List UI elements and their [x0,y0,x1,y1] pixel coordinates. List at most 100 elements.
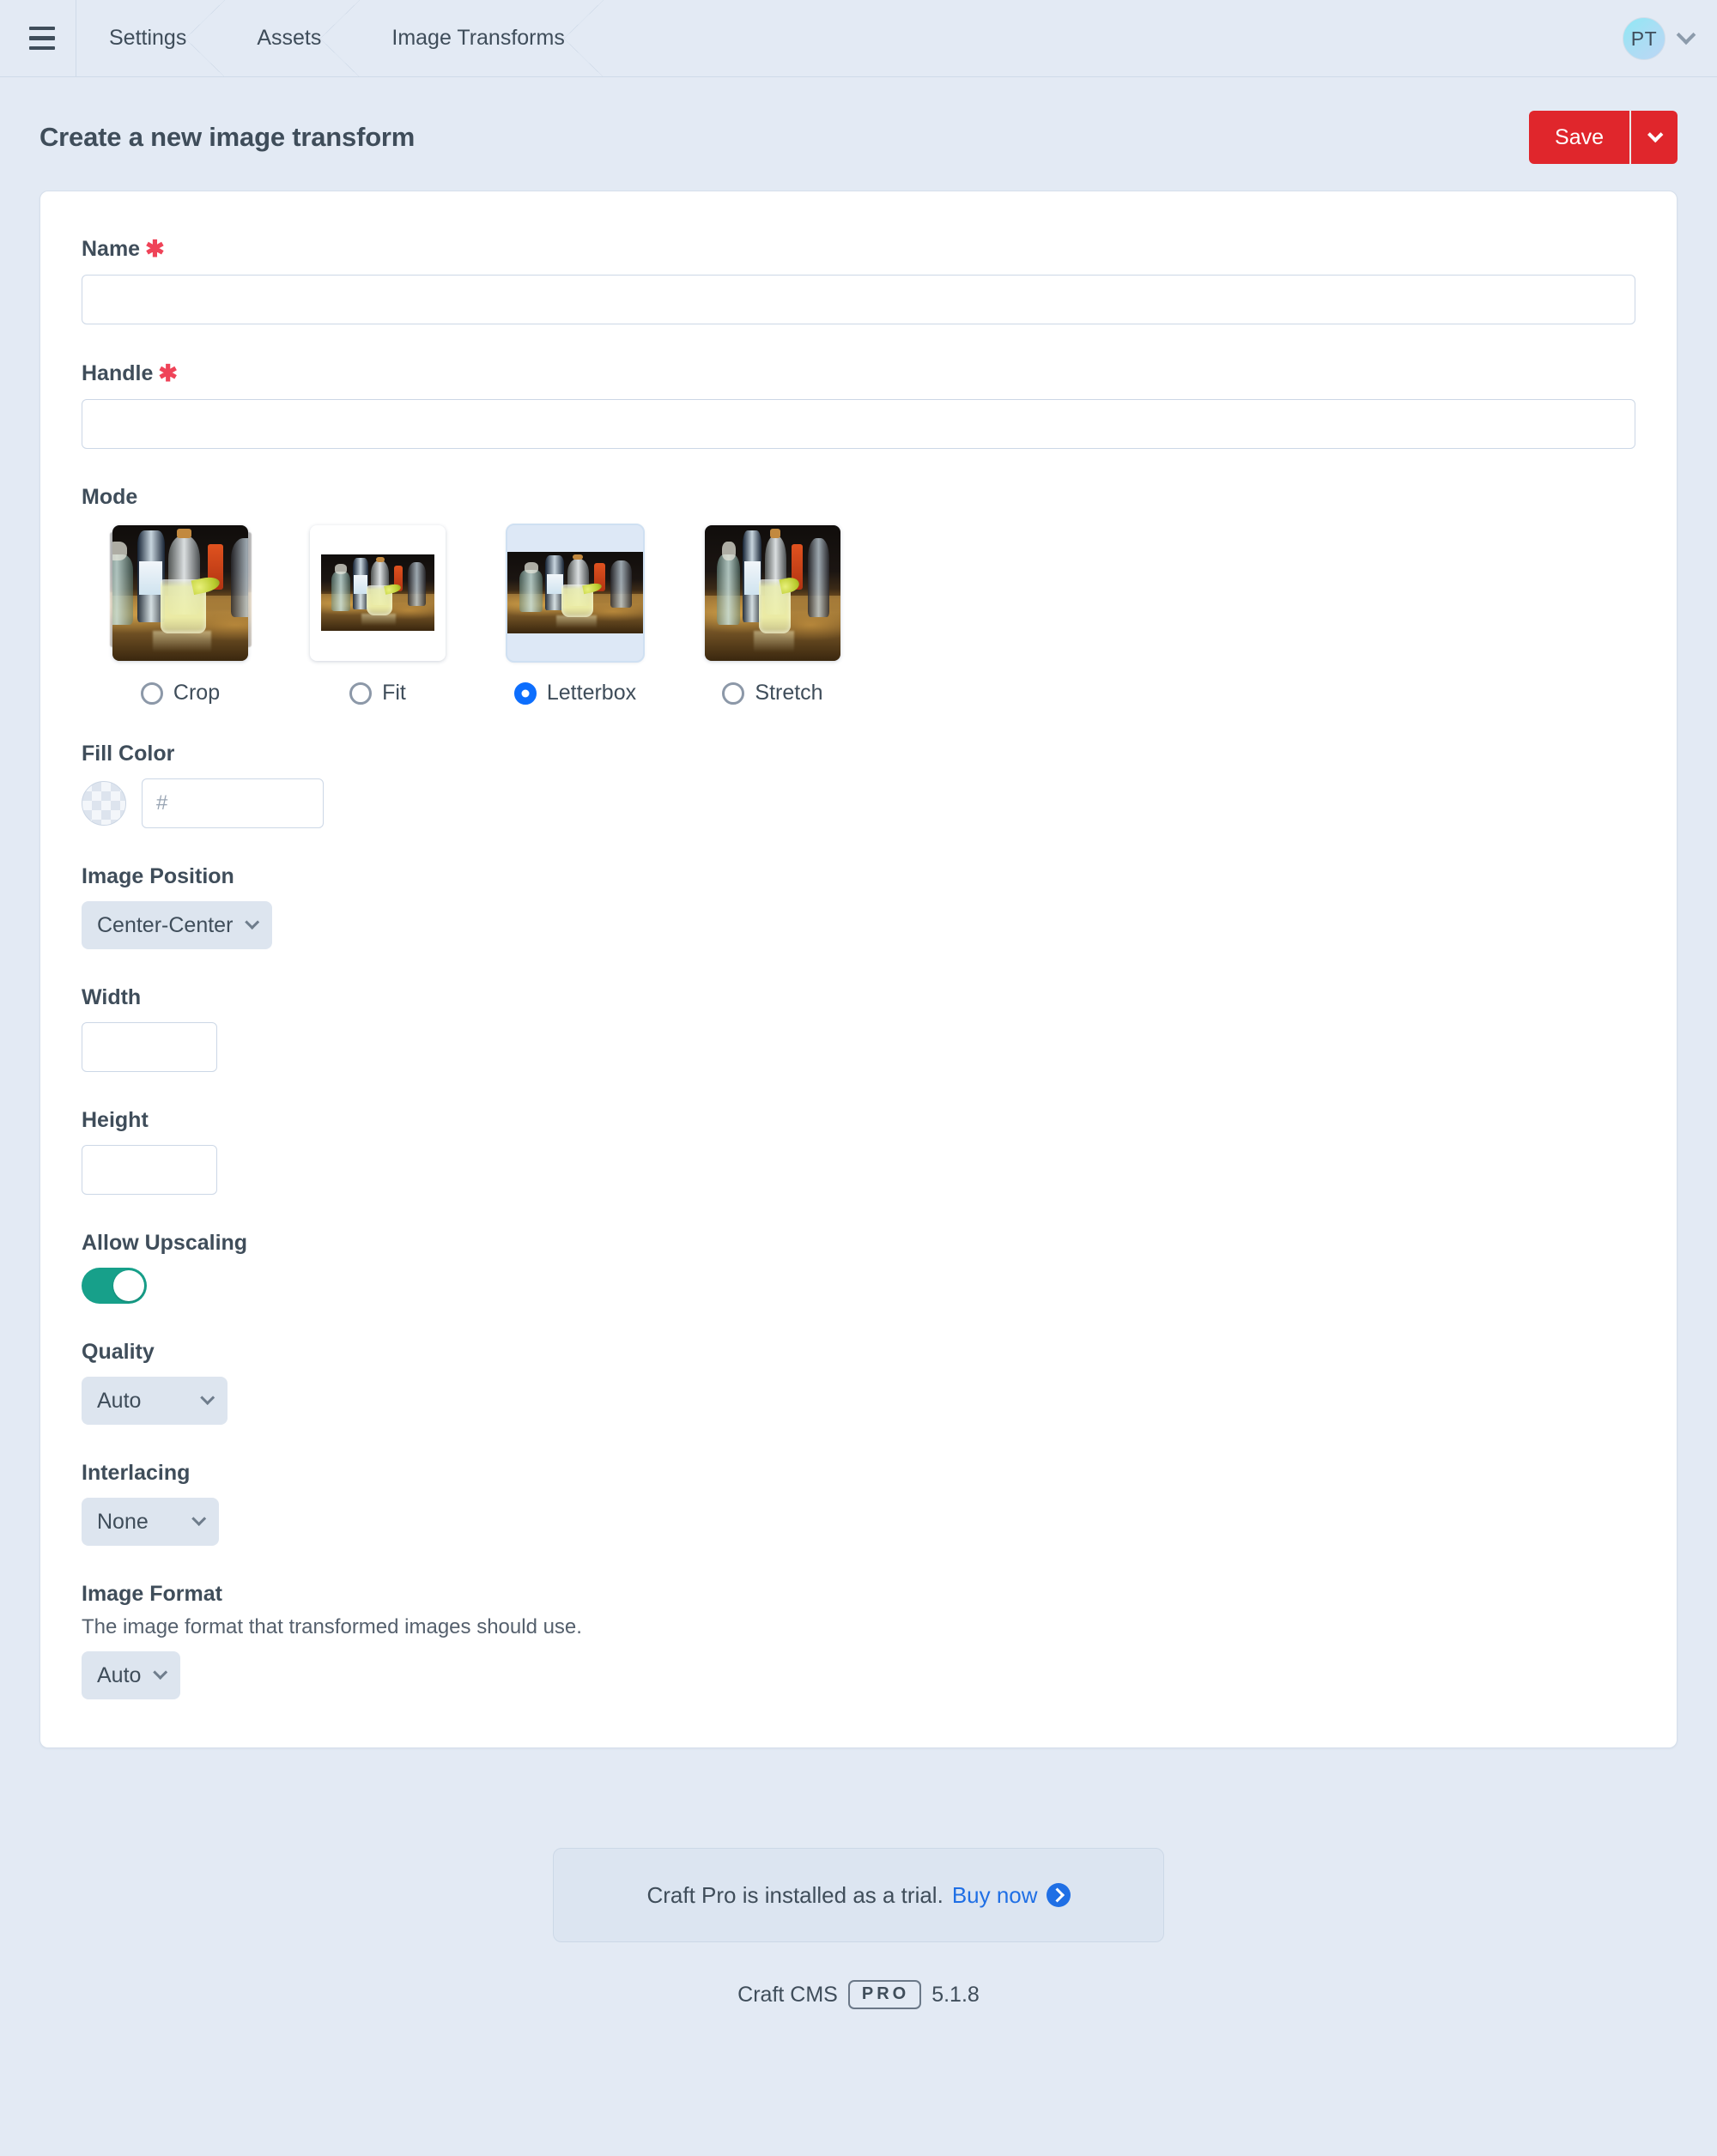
image-position-value: Center-Center [97,912,234,937]
chevron-down-icon [1676,25,1696,45]
interlacing-select[interactable]: None [82,1498,219,1546]
avatar-initials: PT [1630,27,1658,50]
chevron-down-icon [200,1390,215,1405]
quality-label: Quality [82,1340,155,1364]
breadcrumb: Settings Assets Image Transforms [76,0,604,77]
radio-icon [140,681,163,705]
interlacing-label: Interlacing [82,1461,191,1485]
global-header: Settings Assets Image Transforms PT [0,0,1717,77]
field-width: Width [82,985,1635,1072]
mode-radio-letterbox[interactable]: Letterbox [513,681,637,706]
fill-color-row [82,778,1635,828]
app-page: Settings Assets Image Transforms PT Crea… [0,0,1717,2156]
toggle-knob [113,1270,144,1301]
mode-option-label: Letterbox [546,681,637,705]
transform-form-card: Name ✱ Handle ✱ Mode Crop Fit Letterbox … [39,191,1678,1748]
field-mode: Mode Crop Fit Letterbox Stretch [82,485,1635,706]
mode-option-stretch[interactable]: Stretch [674,522,871,706]
breadcrumb-item-image-transforms[interactable]: Image Transforms [359,0,604,77]
edition-badge: PRO [847,1980,922,2009]
breadcrumb-item-settings[interactable]: Settings [76,0,226,77]
fit-preview-image [310,524,446,661]
field-interlacing: Interlacing None [82,1461,1635,1546]
field-height: Height [82,1108,1635,1195]
arrow-right-circle-icon[interactable] [1046,1883,1071,1907]
mode-option-label: Stretch [755,681,823,705]
image-format-value: Auto [97,1662,142,1687]
mode-option-letterbox[interactable]: Letterbox [476,522,674,706]
quality-select[interactable]: Auto [82,1377,228,1425]
mode-radio-stretch[interactable]: Stretch [722,681,823,706]
allow-upscaling-toggle[interactable] [82,1268,147,1304]
required-indicator: ✱ [145,236,165,262]
mode-radio-fit[interactable]: Fit [349,681,406,706]
page-header: Create a new image transform Save [0,77,1717,173]
mode-thumbnail-letterbox [505,522,646,663]
mode-options: Crop Fit Letterbox Stretch [82,522,1635,706]
mode-label: Mode [82,485,138,509]
footer-credit: Craft CMS PRO 5.1.8 [0,1980,1717,2009]
radio-icon [349,681,373,705]
field-fill-color: Fill Color [82,742,1635,828]
trial-text: Craft Pro is installed as a trial. [646,1881,943,1908]
buy-now-link[interactable]: Buy now [952,1882,1038,1909]
breadcrumb-item-assets[interactable]: Assets [224,0,361,77]
chevron-down-icon [1647,126,1663,142]
field-quality: Quality Auto [82,1340,1635,1425]
color-swatch[interactable] [82,781,126,826]
radio-icon-selected [513,681,537,705]
mode-option-crop[interactable]: Crop [82,522,279,706]
image-position-select[interactable]: Center-Center [82,901,273,949]
handle-input[interactable] [82,399,1635,449]
field-name: Name ✱ [82,236,1635,324]
product-name: Craft CMS [737,1982,838,2007]
image-format-label: Image Format [82,1582,222,1606]
fill-color-input[interactable] [142,778,324,828]
field-handle: Handle ✱ [82,360,1635,449]
image-format-instructions: The image format that transformed images… [82,1615,582,1638]
page-title: Create a new image transform [39,122,416,152]
avatar: PT [1623,17,1665,60]
trial-banner: Craft Pro is installed as a trial. Buy n… [553,1848,1164,1942]
interlacing-value: None [97,1509,149,1534]
chevron-down-icon [245,914,260,930]
quality-value: Auto [97,1388,142,1413]
breadcrumb-label: Assets [257,26,322,50]
radio-icon [722,681,745,705]
save-menu-button[interactable] [1629,111,1678,164]
mode-option-label: Crop [173,681,221,705]
letterbox-preview-image [506,523,645,663]
mode-thumbnail-fit [307,522,449,663]
chevron-down-icon [191,1511,207,1526]
save-button[interactable]: Save [1529,111,1629,164]
save-button-group: Save [1529,111,1678,164]
version-number: 5.1.8 [931,1982,980,2007]
crop-preview-image [112,524,248,661]
breadcrumb-label: Image Transforms [391,26,565,50]
width-input[interactable] [82,1022,217,1072]
required-indicator: ✱ [158,360,178,386]
mode-thumbnail-crop [109,522,252,663]
field-image-position: Image Position Center-Center [82,864,1635,949]
breadcrumb-label: Settings [109,26,187,50]
mode-option-fit[interactable]: Fit [279,522,476,706]
image-format-select[interactable]: Auto [82,1651,181,1699]
name-input[interactable] [82,275,1635,324]
mode-option-label: Fit [382,681,406,705]
handle-label: Handle ✱ [82,360,1635,387]
height-input[interactable] [82,1145,217,1195]
account-menu[interactable]: PT [1623,0,1696,77]
hamburger-icon[interactable] [15,26,69,51]
name-label: Name ✱ [82,236,1635,263]
image-position-label: Image Position [82,864,234,888]
height-label: Height [82,1108,149,1132]
mode-radio-crop[interactable]: Crop [140,681,221,706]
chevron-down-icon [153,1664,168,1680]
field-image-format: Image Format The image format that trans… [82,1582,1635,1699]
handle-label-text: Handle [82,361,154,385]
name-label-text: Name [82,237,141,261]
fill-color-label: Fill Color [82,742,175,766]
mode-thumbnail-stretch [702,522,844,663]
field-allow-upscaling: Allow Upscaling [82,1231,1635,1304]
width-label: Width [82,985,142,1009]
